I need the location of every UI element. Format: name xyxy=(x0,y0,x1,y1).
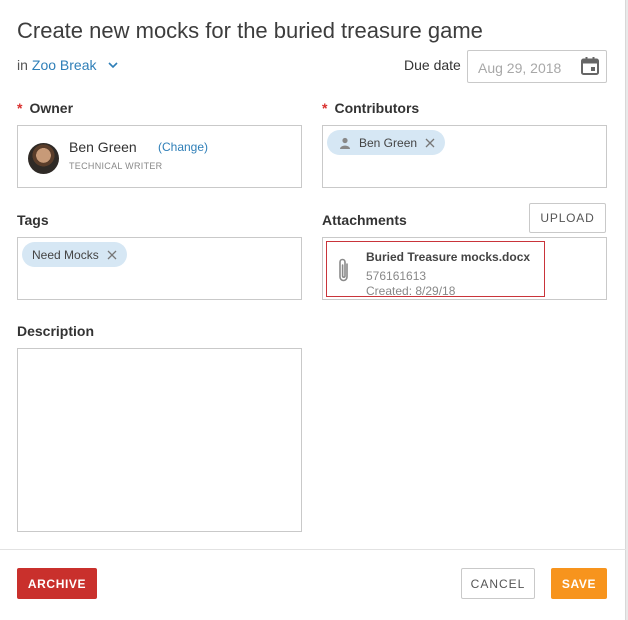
close-icon[interactable] xyxy=(425,138,435,148)
owner-label: * Owner xyxy=(17,100,73,116)
project-link[interactable]: Zoo Break xyxy=(32,57,97,73)
project-prefix: in xyxy=(17,57,28,73)
create-task-dialog: Create new mocks for the buried treasure… xyxy=(0,0,626,620)
description-textarea[interactable] xyxy=(17,348,302,532)
attachment-name[interactable]: Buried Treasure mocks.docx xyxy=(366,250,530,264)
attachments-label: Attachments xyxy=(322,212,407,228)
contributor-chip-label: Ben Green xyxy=(359,135,418,150)
owner-label-text: Owner xyxy=(29,100,74,116)
person-icon xyxy=(340,137,350,149)
paperclip-icon xyxy=(339,258,348,282)
owner-name: Ben Green xyxy=(69,139,137,155)
due-date-placeholder: Aug 29, 2018 xyxy=(478,60,562,76)
attachment-size: 576161613 xyxy=(366,269,427,283)
attachment-item[interactable]: Buried Treasure mocks.docx 576161613 Cre… xyxy=(326,241,545,298)
attachment-created: Created: 8/29/18 xyxy=(366,284,456,298)
description-label: Description xyxy=(17,323,95,339)
cancel-button[interactable]: CANCEL xyxy=(461,568,535,599)
owner-role: TECHNICAL WRITER xyxy=(69,161,163,171)
tag-chip-label: Need Mocks xyxy=(32,247,99,262)
save-button[interactable]: SAVE xyxy=(551,568,607,599)
archive-button[interactable]: ARCHIVE xyxy=(17,568,97,599)
contributors-label-text: Contributors xyxy=(334,100,420,116)
owner-field: Ben Green (Change) TECHNICAL WRITER xyxy=(17,125,302,188)
tag-chip: Need Mocks xyxy=(22,242,127,267)
tags-label: Tags xyxy=(17,212,49,228)
close-icon[interactable] xyxy=(107,250,117,260)
dialog-title: Create new mocks for the buried treasure… xyxy=(17,18,483,43)
attachments-field: Buried Treasure mocks.docx 576161613 Cre… xyxy=(322,237,607,300)
contributor-chip: Ben Green xyxy=(327,130,446,155)
calendar-icon[interactable] xyxy=(580,56,600,76)
contributors-required-mark: * xyxy=(322,100,328,116)
footer-divider xyxy=(0,549,626,550)
project-selector[interactable]: in Zoo Break xyxy=(17,57,119,73)
contributors-label: * Contributors xyxy=(322,100,419,116)
tags-field[interactable]: Need Mocks xyxy=(17,237,302,300)
chevron-down-icon[interactable] xyxy=(107,59,119,71)
contributors-field[interactable]: Ben Green xyxy=(322,125,607,188)
avatar xyxy=(28,143,59,174)
owner-required-mark: * xyxy=(17,100,23,116)
due-date-field[interactable]: Aug 29, 2018 xyxy=(467,50,607,83)
due-date-label: Due date xyxy=(404,57,461,73)
owner-change-link[interactable]: (Change) xyxy=(158,140,208,154)
upload-button[interactable]: UPLOAD xyxy=(529,203,606,233)
